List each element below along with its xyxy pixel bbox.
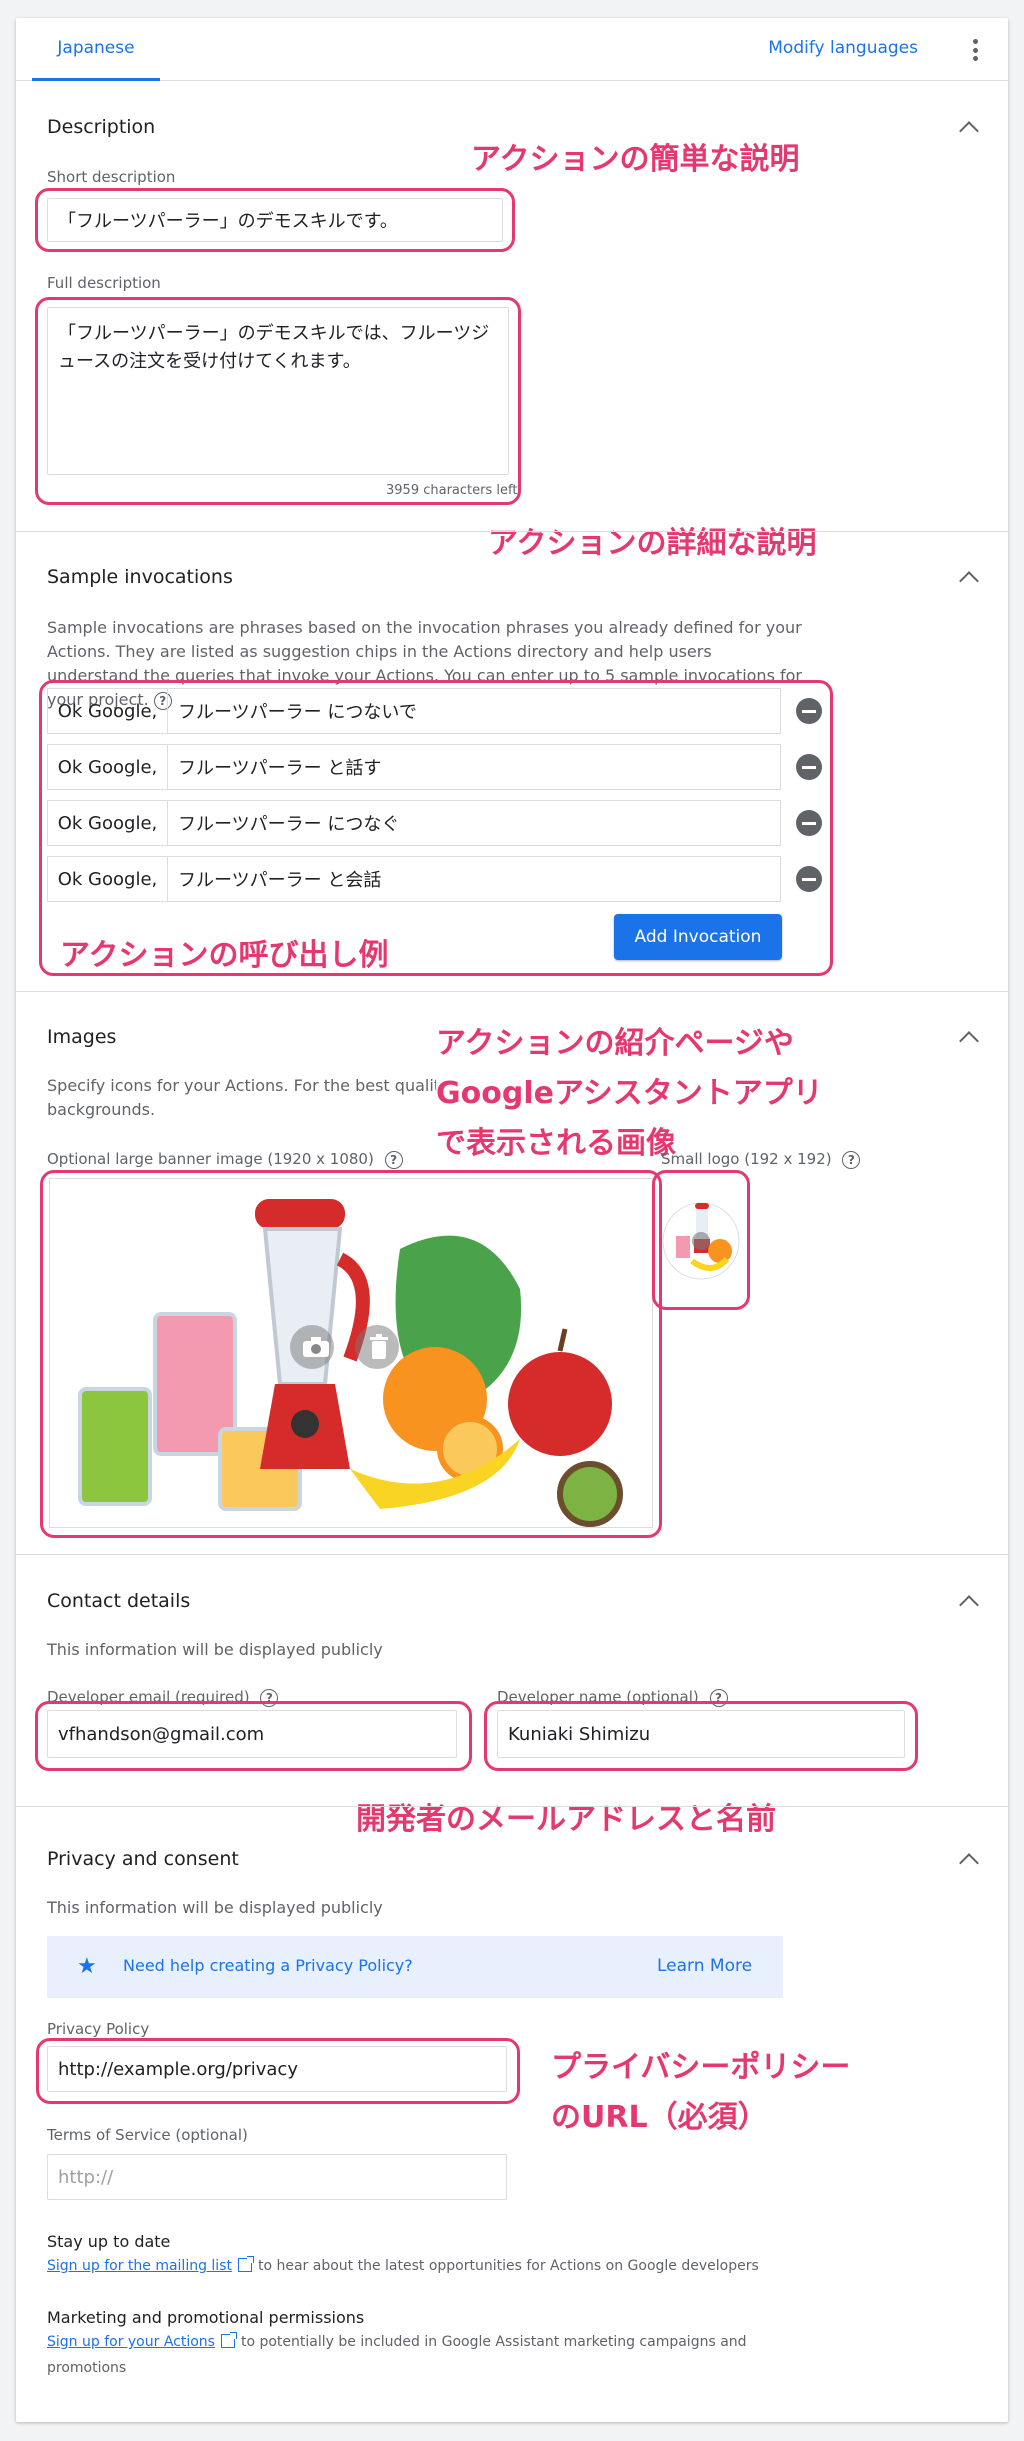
remove-invocation-icon[interactable] (796, 698, 822, 724)
delete-icon[interactable] (368, 1334, 390, 1360)
developer-email-input[interactable]: vfhandson@gmail.com (47, 1710, 457, 1758)
modify-languages-link[interactable]: Modify languages (768, 38, 918, 58)
annotation-short: アクションの簡単な説明 (471, 142, 800, 177)
banner-image-upload[interactable] (49, 1178, 653, 1528)
stay-up-to-date-text: to hear about the latest opportunities f… (257, 2258, 759, 2274)
invocation-input[interactable]: フルーツパーラー につないで (167, 688, 781, 734)
marketing-row: Sign up for your Actions to potentially b… (47, 2330, 767, 2354)
collapse-images-icon[interactable] (959, 1031, 979, 1051)
chars-left: 3959 characters left (386, 483, 518, 498)
annotation-privacy-1: プライバシーポリシー (551, 2050, 851, 2085)
tab-japanese[interactable]: Japanese (32, 18, 160, 81)
images-help-tail: backgrounds. (47, 1100, 156, 1119)
short-description-input[interactable]: 「フルーツパーラー」のデモスキルです。 (47, 198, 503, 242)
marketing-text-2: promotions (47, 2360, 127, 2376)
star-icon: ★ (77, 1954, 97, 1979)
signup-actions-link[interactable]: Sign up for your Actions (47, 2334, 215, 2350)
language-tab-bar: Japanese Modify languages (16, 18, 1008, 81)
small-logo-upload[interactable] (662, 1181, 740, 1299)
full-description-label: Full description (47, 274, 161, 292)
annotation-images-1: アクションの紹介ページや (436, 1026, 794, 1061)
stay-up-to-date-title: Stay up to date (47, 2232, 171, 2251)
marketing-text: to potentially be included in Google Ass… (240, 2334, 747, 2350)
privacy-note: This information will be displayed publi… (47, 1898, 383, 1917)
divider-2 (16, 991, 1008, 992)
collapse-description-icon[interactable] (959, 121, 979, 141)
images-help-text: Specify icons for your Actions. For the … (47, 1076, 441, 1095)
tos-label: Terms of Service (optional) (47, 2126, 248, 2144)
invocation-prefix: Ok Google, (47, 856, 167, 902)
settings-card: Japanese Modify languages Description アク… (16, 18, 1008, 2422)
stay-up-to-date-row: Sign up for the mailing list to hear abou… (47, 2254, 759, 2278)
invocation-input[interactable]: フルーツパーラー と話す (167, 744, 781, 790)
full-description-textarea[interactable]: 「フルーツパーラー」のデモスキルでは、フルーツジュースの注文を受け付けてくれます… (47, 307, 509, 475)
invocation-input[interactable]: フルーツパーラー につなぐ (167, 800, 781, 846)
invocation-prefix: Ok Google, (47, 688, 167, 734)
collapse-invocations-icon[interactable] (959, 571, 979, 591)
banner-label-text: Optional large banner image (1920 x 1080… (47, 1150, 374, 1168)
logo-label-text: Small logo (192 x 192) (661, 1150, 832, 1168)
logo-label: Small logo (192 x 192) ? (661, 1150, 861, 1169)
divider-1 (16, 531, 1008, 532)
sample-invocations-title: Sample invocations (47, 566, 233, 588)
annotation-invocations: アクションの呼び出し例 (60, 938, 389, 973)
fruit-logo-illustration (662, 1202, 740, 1280)
images-title: Images (47, 1026, 117, 1048)
invocation-prefix: Ok Google, (47, 744, 167, 790)
divider-3 (16, 1554, 1008, 1555)
annotation-privacy-2: のURL（必須） (551, 2100, 768, 2135)
camera-icon[interactable] (301, 1336, 331, 1358)
fruit-banner-illustration (50, 1179, 652, 1527)
open-in-new-icon[interactable] (237, 2256, 254, 2272)
divider-4 (16, 1806, 1008, 1807)
annotation-images-3: で表示される画像 (436, 1126, 676, 1161)
privacy-policy-input[interactable]: http://example.org/privacy (47, 2046, 507, 2092)
privacy-policy-label: Privacy Policy (47, 2020, 150, 2038)
collapse-contact-icon[interactable] (959, 1595, 979, 1615)
privacy-help-text: Need help creating a Privacy Policy? (123, 1956, 413, 1975)
tos-input[interactable]: http:// (47, 2154, 507, 2200)
collapse-privacy-icon[interactable] (959, 1853, 979, 1873)
privacy-title: Privacy and consent (47, 1848, 239, 1870)
remove-invocation-icon[interactable] (796, 810, 822, 836)
contact-title: Contact details (47, 1590, 191, 1612)
developer-name-input[interactable]: Kuniaki Shimizu (497, 1710, 905, 1758)
learn-more-link[interactable]: Learn More (657, 1956, 752, 1976)
remove-invocation-icon[interactable] (796, 866, 822, 892)
description-title: Description (47, 116, 156, 138)
more-vert-icon[interactable] (972, 39, 978, 61)
open-in-new-icon[interactable] (220, 2332, 237, 2348)
annotation-contact: 開発者のメールアドレスと名前 (356, 1802, 776, 1837)
contact-note: This information will be displayed publi… (47, 1640, 383, 1659)
mailing-list-link[interactable]: Sign up for the mailing list (47, 2258, 232, 2274)
remove-invocation-icon[interactable] (796, 754, 822, 780)
privacy-help-banner: ★ Need help creating a Privacy Policy? L… (47, 1936, 783, 1998)
invocation-input[interactable]: フルーツパーラー と会話 (167, 856, 781, 902)
annotation-images-2: Googleアシスタントアプリ (436, 1068, 823, 1112)
annotation-full: アクションの詳細な説明 (488, 526, 817, 561)
help-icon[interactable]: ? (842, 1151, 861, 1169)
banner-label: Optional large banner image (1920 x 1080… (47, 1150, 403, 1169)
marketing-title: Marketing and promotional permissions (47, 2308, 365, 2327)
add-invocation-button[interactable]: Add Invocation (614, 914, 782, 960)
invocation-prefix: Ok Google, (47, 800, 167, 846)
help-icon[interactable]: ? (384, 1151, 403, 1169)
short-description-label: Short description (47, 168, 176, 186)
